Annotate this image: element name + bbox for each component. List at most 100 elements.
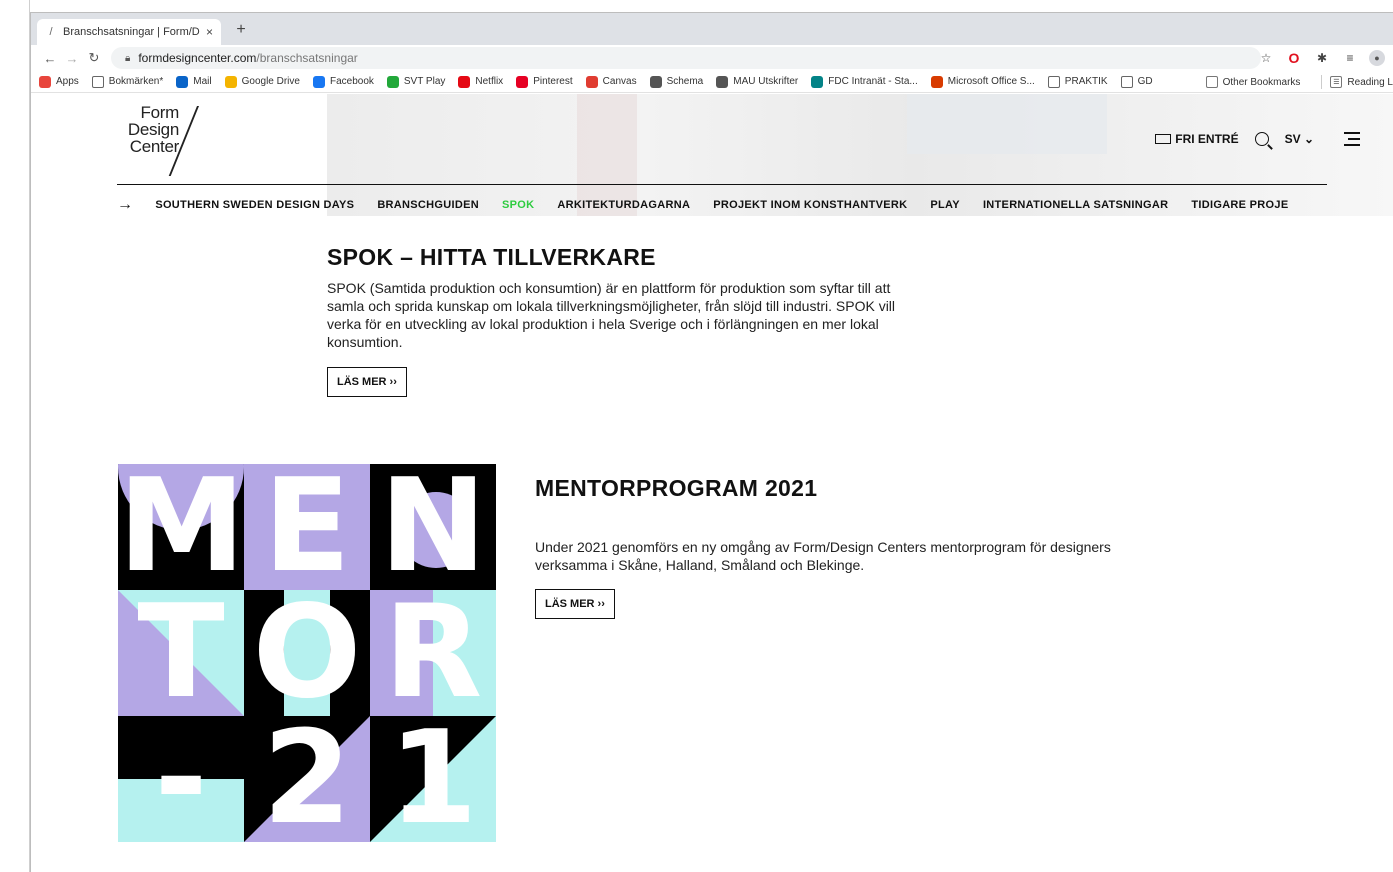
form-design-center-logo[interactable]: Form Design Center <box>117 104 217 176</box>
new-tab-button[interactable]: + <box>231 21 251 39</box>
slash-favicon-icon: / <box>49 26 53 38</box>
sub-navigation: → SOUTHERN SWEDEN DESIGN DAYS BRANSCHGUID… <box>117 197 1329 213</box>
bookmark-microsoft-office-s[interactable]: Microsoft Office S... <box>930 75 1035 88</box>
poster-letter: R <box>383 590 483 716</box>
bookmark-label: Schema <box>666 76 704 87</box>
bookmark-label: Canvas <box>602 76 637 87</box>
tab-strip: / Branschsatsningar | Form/Desi × + <box>31 13 1393 45</box>
spok-heading: SPOK – HITTA TILLVERKARE <box>327 244 656 270</box>
bookmark-label: Pinterest <box>533 76 573 87</box>
reading-list[interactable]: ☰ Reading L <box>1330 76 1393 88</box>
poster-tile: N <box>370 464 496 590</box>
bookmark-label: SVT Play <box>403 76 446 87</box>
tab-branschsatsningar[interactable]: / Branschsatsningar | Form/Desi × <box>37 19 221 45</box>
mentor-description: Under 2021 genomförs en ny omgång av For… <box>535 539 1111 573</box>
folder-icon <box>1205 76 1218 88</box>
poster-letter: N <box>379 464 487 590</box>
subnav-item-spok[interactable]: SPOK <box>502 199 534 211</box>
arrow-right-icon[interactable]: → <box>117 197 133 213</box>
poster-letter: T <box>137 590 225 716</box>
subnav-item-southern-sweden-design-days[interactable]: SOUTHERN SWEDEN DESIGN DAYS <box>155 199 354 211</box>
bookmark-label: Bokmärken* <box>108 76 164 87</box>
google-drive-icon <box>224 75 237 88</box>
subnav-item-branschguiden[interactable]: BRANSCHGUIDEN <box>377 199 479 211</box>
free-entry-link[interactable]: FRI ENTRÉ <box>1155 132 1239 146</box>
outlook-icon <box>176 75 189 88</box>
poster-letter: - <box>154 716 208 842</box>
header-actions: FRI ENTRÉ SV ⌄ <box>1155 132 1360 146</box>
bookmark-canvas[interactable]: Canvas <box>585 75 637 88</box>
bookmark-praktik[interactable]: PRAKTIK <box>1047 75 1108 88</box>
chevron-down-icon: ⌄ <box>1303 132 1314 146</box>
reading-list-icon: ☰ <box>1330 76 1343 88</box>
subnav-item-tidigare-proje[interactable]: TIDIGARE PROJE <box>1191 199 1288 211</box>
bookmark-label: FDC Intranät - Sta... <box>828 76 918 87</box>
apps-grid-icon <box>39 75 51 88</box>
puzzle-icon[interactable]: ✱ <box>1313 49 1331 67</box>
reading-list-icon[interactable]: ≡ <box>1341 49 1359 67</box>
address-bar[interactable]: 🔒︎ formdesigncenter.com/branschsatsninga… <box>111 47 1261 69</box>
netflix-icon <box>458 75 471 88</box>
bookmark-label: Facebook <box>329 76 374 87</box>
subnav-item-internationella-satsningar[interactable]: INTERNATIONELLA SATSNINGAR <box>983 199 1168 211</box>
bookmarks-right: Other Bookmarks ☰ Reading L <box>1205 71 1393 93</box>
office-icon <box>930 75 943 88</box>
globe-icon <box>716 75 729 88</box>
bookmark-google-drive[interactable]: Google Drive <box>224 75 300 88</box>
free-entry-label: FRI ENTRÉ <box>1175 132 1239 146</box>
tab-close-icon[interactable]: × <box>206 25 213 39</box>
bookmark-apps[interactable]: Apps <box>39 75 79 88</box>
facebook-icon <box>312 75 325 88</box>
bookmark-schema[interactable]: Schema <box>649 75 704 88</box>
logo-line-3: Center <box>129 137 180 156</box>
poster-letter: E <box>263 464 351 590</box>
bookmark-gd[interactable]: GD <box>1120 75 1153 88</box>
bookmark-fdc-intran-t-sta[interactable]: FDC Intranät - Sta... <box>811 75 918 88</box>
bookmark-label: MAU Utskrifter <box>733 76 799 87</box>
mentor-read-more-button[interactable]: LÄS MER ›› <box>535 589 615 619</box>
ticket-icon <box>1155 134 1172 144</box>
language-selector[interactable]: SV ⌄ <box>1285 132 1314 146</box>
bookmark-pinterest[interactable]: Pinterest <box>516 75 573 88</box>
lock-icon: 🔒︎ <box>125 52 131 64</box>
back-icon[interactable]: ← <box>39 51 61 66</box>
logo-line-1: Form <box>140 103 180 122</box>
globe-icon <box>649 75 662 88</box>
hamburger-menu-icon[interactable] <box>1344 132 1360 146</box>
toolbar-actions: ☆ O ✱ ≡ ● <box>1257 49 1385 67</box>
spok-read-more-button[interactable]: LÄS MER ›› <box>327 367 407 397</box>
spok-description: SPOK (Samtida produktion och konsumtion)… <box>327 280 896 350</box>
other-bookmarks[interactable]: Other Bookmarks <box>1205 76 1300 88</box>
bookmark-facebook[interactable]: Facebook <box>312 75 374 88</box>
poster-letter: 2 <box>262 716 352 842</box>
bookmarks-separator <box>1321 75 1323 89</box>
url-domain: formdesigncenter.com <box>138 51 257 65</box>
subnav-item-play[interactable]: PLAY <box>930 199 960 211</box>
logo-text: Form Design Center <box>117 104 179 155</box>
mentor-poster-image[interactable]: MEN TOR -21 <box>118 464 496 842</box>
bookmark-label: Mail <box>193 76 212 87</box>
bookmark-bokm-rken[interactable]: Bokmärken* <box>91 75 164 88</box>
play-icon <box>386 75 399 88</box>
opera-extension-icon[interactable]: O <box>1285 49 1303 67</box>
canvas-icon <box>585 75 598 88</box>
sharepoint-icon <box>811 75 824 88</box>
subnav-item-arkitekturdagarna[interactable]: ARKITEKTURDAGARNA <box>557 199 690 211</box>
bookmark-mail[interactable]: Mail <box>176 75 212 88</box>
forward-icon[interactable]: → <box>61 51 83 66</box>
browser-window: / Branschsatsningar | Form/Desi × + ← → … <box>30 12 1393 872</box>
bookmark-netflix[interactable]: Netflix <box>458 75 503 88</box>
profile-avatar-icon[interactable]: ● <box>1369 50 1385 66</box>
bookmark-svt-play[interactable]: SVT Play <box>386 75 446 88</box>
bookmark-mau-utskrifter[interactable]: MAU Utskrifter <box>716 75 799 88</box>
reload-icon[interactable]: ↻ <box>83 50 105 66</box>
poster-tile: 2 <box>244 716 370 842</box>
search-icon[interactable] <box>1254 132 1269 146</box>
folder-icon <box>91 75 104 88</box>
bookmark-label: Microsoft Office S... <box>947 76 1035 87</box>
nav-divider <box>117 184 1327 185</box>
tab-title: Branschsatsningar | Form/Desi <box>63 26 200 38</box>
url-path: /branschsatsningar <box>256 51 358 65</box>
star-icon[interactable]: ☆ <box>1257 49 1275 67</box>
subnav-item-projekt-inom-konsthantverk[interactable]: PROJEKT INOM KONSTHANTVERK <box>713 199 907 211</box>
